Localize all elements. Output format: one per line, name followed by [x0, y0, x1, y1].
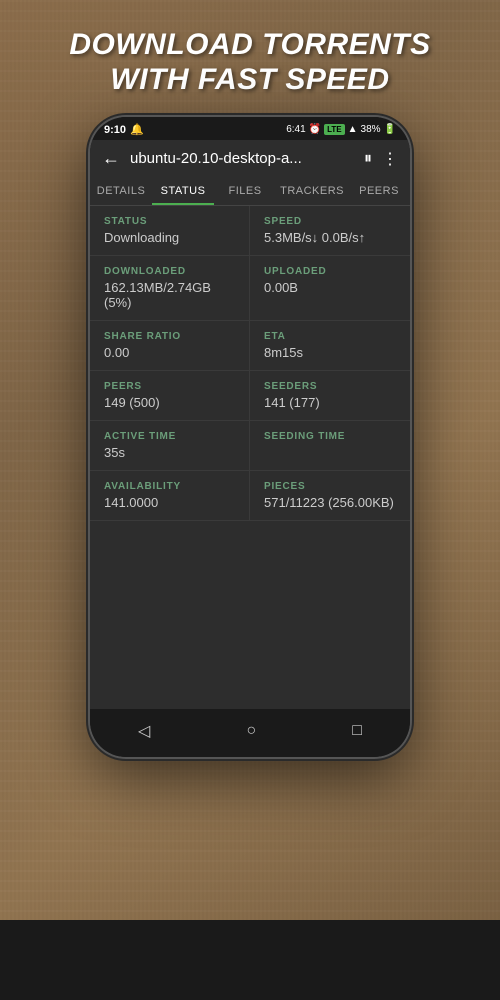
stats-grid: STATUS Downloading SPEED 5.3MB/s↓ 0.0B/s…: [90, 206, 410, 521]
phone-status-right: 6:41 ⏰ LTE ▲ 38% 🔋: [286, 124, 396, 135]
toolbar-actions: ⏸ ⋮: [364, 149, 398, 169]
nav-home-button[interactable]: ○: [226, 718, 276, 744]
tab-details[interactable]: DETAILS: [90, 177, 152, 205]
battery-display: 38%: [361, 124, 381, 135]
tab-files[interactable]: FILES: [214, 177, 276, 205]
back-button[interactable]: ←: [102, 148, 120, 169]
bottom-nav: ◁ ○ □: [90, 709, 410, 757]
headline: Download Torrents with fast speed: [69, 28, 430, 97]
status-bar: 9:10 🔔 6:41 ⏰ LTE ▲ 38% 🔋: [90, 117, 410, 140]
clock-icon: ⏰: [309, 124, 321, 135]
stat-peers: PEERS 149 (500): [90, 371, 250, 421]
more-button[interactable]: ⋮: [382, 149, 398, 169]
stat-eta: ETA 8m15s: [250, 321, 410, 371]
nav-back-button[interactable]: ◁: [118, 717, 170, 745]
headline-line1: Download Torrents: [69, 28, 430, 61]
time2-display: 6:41: [286, 124, 305, 135]
stat-status: STATUS Downloading: [90, 206, 250, 256]
stat-downloaded: DOWNLOADED 162.13MB/2.74GB (5%): [90, 256, 250, 321]
phone-time: 9:10 🔔: [104, 123, 144, 136]
stat-active-time: ACTIVE TIME 35s: [90, 421, 250, 471]
wifi-icon: ▲: [348, 124, 358, 135]
stat-seeding-time: SEEDING TIME: [250, 421, 410, 471]
tab-peers[interactable]: PEERS: [348, 177, 410, 205]
alarm-icon: 🔔: [130, 123, 144, 136]
stat-seeders: SEEDERS 141 (177): [250, 371, 410, 421]
battery-icon: 🔋: [384, 124, 396, 135]
app-title: ubuntu-20.10-desktop-a...: [130, 150, 354, 167]
network-badge: LTE: [324, 124, 345, 135]
headline-line2: with fast speed: [110, 63, 389, 96]
pause-button[interactable]: ⏸: [364, 150, 372, 168]
tab-bar: DETAILS STATUS FILES TRACKERS PEERS: [90, 177, 410, 206]
tab-status[interactable]: STATUS: [152, 177, 214, 205]
tab-trackers[interactable]: TRACKERS: [276, 177, 348, 205]
stat-speed: SPEED 5.3MB/s↓ 0.0B/s↑: [250, 206, 410, 256]
time-display: 9:10: [104, 124, 126, 136]
phone-device: 9:10 🔔 6:41 ⏰ LTE ▲ 38% 🔋 ← ubuntu-20.10…: [90, 117, 410, 757]
app-screen: ← ubuntu-20.10-desktop-a... ⏸ ⋮ DETAILS …: [90, 140, 410, 709]
bottom-bar: [0, 920, 500, 1000]
nav-recent-button[interactable]: □: [332, 718, 382, 744]
stat-share-ratio: SHARE RATIO 0.00: [90, 321, 250, 371]
app-toolbar: ← ubuntu-20.10-desktop-a... ⏸ ⋮: [90, 140, 410, 177]
stat-uploaded: UPLOADED 0.00B: [250, 256, 410, 321]
stat-availability: AVAILABILITY 141.0000: [90, 471, 250, 521]
stat-pieces: PIECES 571/11223 (256.00KB): [250, 471, 410, 521]
stats-content: STATUS Downloading SPEED 5.3MB/s↓ 0.0B/s…: [90, 206, 410, 709]
